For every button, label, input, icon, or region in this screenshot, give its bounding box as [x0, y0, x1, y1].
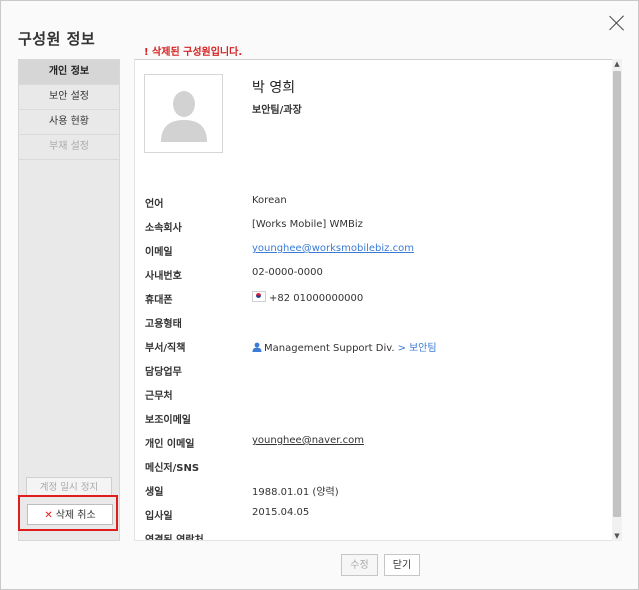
extension-value: 02-0000-0000	[252, 267, 323, 278]
korea-flag-icon	[252, 291, 266, 302]
profile-content: 박 영희 보안팀/과장 언어 Korean 소속회사 [Works Mobile…	[134, 59, 622, 541]
undelete-label: 삭제 취소	[55, 510, 96, 521]
person-silhouette-icon	[161, 91, 207, 142]
department-parent: Management Support Div.	[264, 343, 395, 354]
sidebar-item-usage-status[interactable]: 사용 현황	[19, 110, 119, 135]
member-position: 보안팀/과장	[252, 105, 302, 116]
member-info-dialog: 구성원 정보 개인 정보 보안 설정 사용 현황 부재 설정 계정 일시 정지 …	[0, 0, 639, 590]
extension-label: 사내번호	[145, 271, 182, 282]
sidebar-item-security-settings[interactable]: 보안 설정	[19, 85, 119, 110]
mobile-number: +82 01000000000	[269, 293, 364, 304]
close-icon[interactable]	[607, 13, 627, 33]
person-icon	[252, 342, 262, 352]
company-value: [Works Mobile] WMBiz	[252, 219, 363, 230]
mobile-label: 휴대폰	[145, 295, 173, 306]
mobile-value: +82 01000000000	[252, 291, 363, 304]
scroll-down-icon[interactable]: ▼	[612, 531, 622, 541]
edit-button: 수정	[341, 554, 378, 576]
sidebar-item-absence-settings: 부재 설정	[19, 135, 119, 160]
company-label: 소속회사	[145, 223, 182, 234]
suspend-account-button: 계정 일시 정지	[26, 477, 112, 497]
email-link[interactable]: younghee@worksmobilebiz.com	[252, 243, 414, 254]
sidebar-item-personal-info[interactable]: 개인 정보	[19, 60, 119, 85]
chevron-right-icon: >	[397, 343, 406, 354]
deleted-member-notice: ! 삭제된 구성원입니다.	[144, 47, 243, 58]
workplace-label: 근무처	[145, 391, 173, 402]
linked-contacts-label: 연결된 연락처	[145, 535, 204, 541]
birthday-label: 생일	[145, 487, 164, 498]
avatar	[144, 74, 223, 153]
dialog-title: 구성원 정보	[18, 30, 96, 48]
x-icon: ✕	[44, 510, 53, 521]
content-scrollbar[interactable]: ▲ ▼	[612, 59, 622, 541]
hire-date-label: 입사일	[145, 511, 173, 522]
duty-label: 담당업무	[145, 367, 182, 378]
department-label: 부서/직책	[145, 343, 186, 354]
personal-email-link[interactable]: younghee@naver.com	[252, 435, 364, 446]
close-button[interactable]: 닫기	[384, 554, 420, 576]
undelete-button[interactable]: ✕ 삭제 취소	[27, 504, 113, 525]
employment-label: 고용형태	[145, 319, 182, 330]
hire-date-value: 2015.04.05	[252, 507, 310, 518]
messenger-label: 메신저/SNS	[145, 463, 200, 474]
email-label: 이메일	[145, 247, 173, 258]
birthday-value: 1988.01.01 (양력)	[252, 487, 339, 498]
secondary-email-label: 보조이메일	[145, 415, 191, 426]
language-label: 언어	[145, 199, 164, 210]
sidebar-nav: 개인 정보 보안 설정 사용 현황 부재 설정 계정 일시 정지	[18, 59, 120, 541]
scroll-thumb[interactable]	[613, 71, 621, 517]
member-name: 박 영희	[252, 80, 296, 96]
department-child-link[interactable]: 보안팀	[409, 343, 437, 354]
department-value: Management Support Div. > 보안팀	[252, 339, 437, 354]
personal-email-label: 개인 이메일	[145, 439, 195, 450]
language-value: Korean	[252, 195, 287, 206]
scroll-up-icon[interactable]: ▲	[612, 59, 622, 69]
